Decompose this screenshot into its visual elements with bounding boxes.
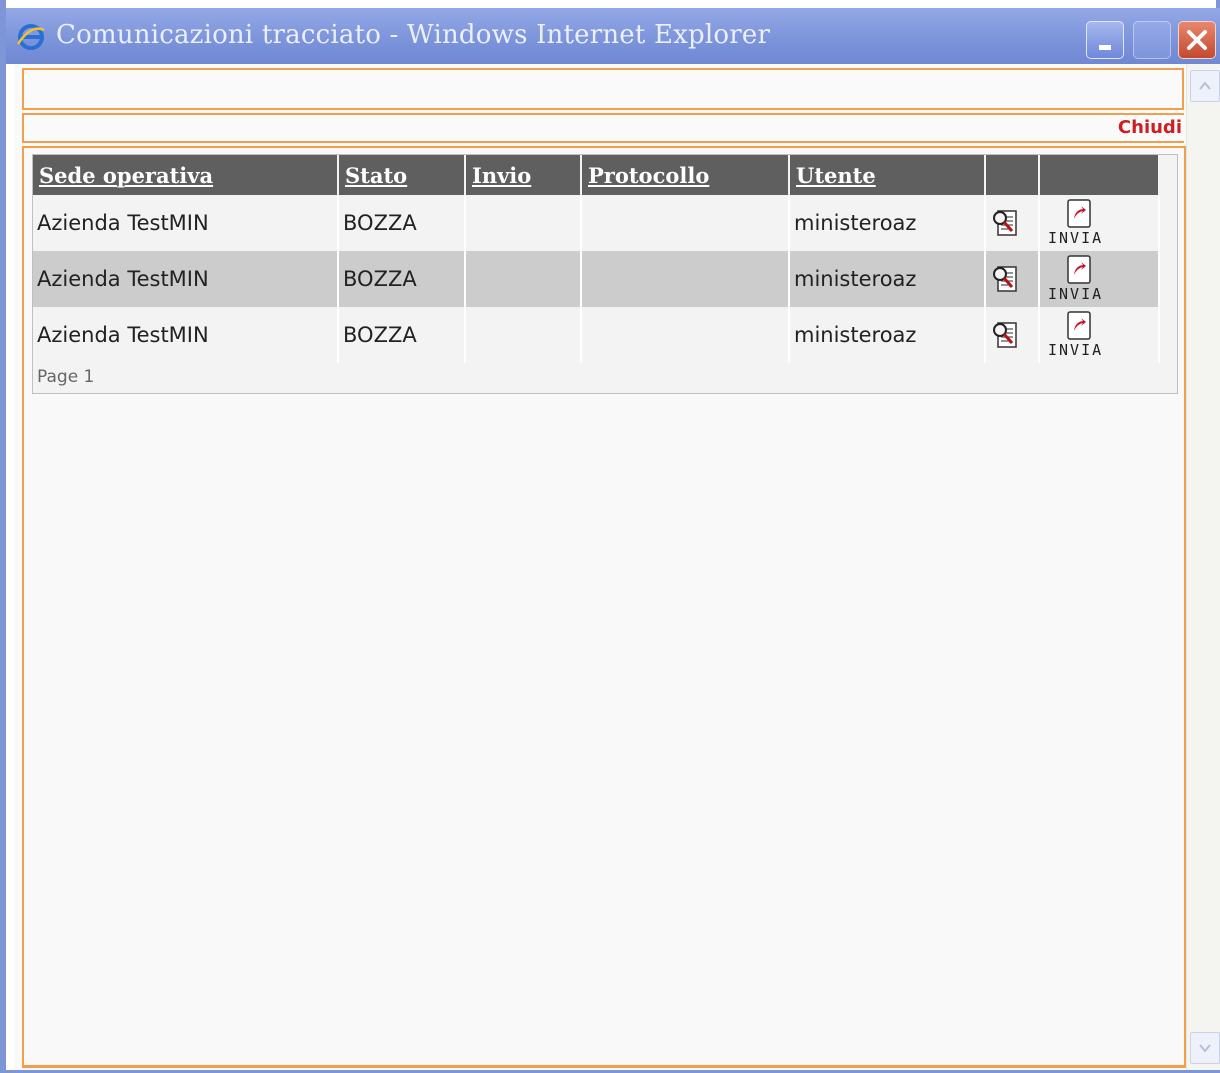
maximize-button[interactable] — [1133, 21, 1171, 59]
table-row: Azienda TestMIN BOZZA ministeroaz INVIA — [33, 195, 1160, 251]
cell-utente: ministeroaz — [789, 195, 986, 251]
cell-sede: Azienda TestMIN — [33, 251, 339, 307]
chevron-down-icon — [1199, 1044, 1211, 1053]
cell-view — [985, 251, 1040, 307]
chevron-up-icon — [1199, 81, 1211, 90]
invia-label: INVIA — [1048, 285, 1104, 303]
communications-grid: Sede operativa Stato Invio Protocollo Ut… — [32, 154, 1178, 394]
cell-stato: BOZZA — [338, 195, 466, 251]
vertical-scrollbar[interactable] — [1186, 64, 1220, 1070]
invia-button[interactable]: INVIA — [1048, 199, 1118, 249]
send-icon — [1067, 311, 1091, 340]
table-row: Azienda TestMIN BOZZA ministeroaz INVIA — [33, 251, 1160, 307]
scroll-down-button[interactable] — [1190, 1032, 1220, 1064]
col-header-sede[interactable]: Sede operativa — [33, 155, 339, 195]
col-header-send — [1039, 155, 1160, 195]
cell-sede: Azienda TestMIN — [33, 307, 339, 363]
cell-send: INVIA — [1039, 251, 1160, 307]
cell-send: INVIA — [1039, 195, 1160, 251]
scroll-up-button[interactable] — [1190, 70, 1220, 102]
chiudi-link[interactable]: Chiudi — [1118, 117, 1182, 138]
view-document-icon[interactable] — [990, 263, 1022, 295]
window-title: Comunicazioni tracciato - Windows Intern… — [56, 20, 771, 50]
close-bar: Chiudi — [22, 113, 1184, 143]
cell-protocollo — [581, 251, 790, 307]
sort-protocollo-link[interactable]: Protocollo — [588, 163, 709, 188]
invia-label: INVIA — [1048, 341, 1104, 359]
view-document-icon[interactable] — [990, 207, 1022, 239]
sort-utente-link[interactable]: Utente — [796, 163, 876, 188]
title-bar[interactable]: Comunicazioni tracciato - Windows Intern… — [6, 8, 1220, 64]
ie-icon — [16, 24, 45, 50]
view-document-icon[interactable] — [990, 319, 1022, 351]
main-frame: Sede operativa Stato Invio Protocollo Ut… — [22, 146, 1186, 1068]
table-row: Azienda TestMIN BOZZA ministeroaz INVIA — [33, 307, 1160, 363]
close-window-button[interactable] — [1178, 21, 1216, 59]
send-icon — [1067, 255, 1091, 284]
cell-stato: BOZZA — [338, 307, 466, 363]
cell-invio — [465, 195, 582, 251]
sort-stato-link[interactable]: Stato — [345, 163, 407, 188]
cell-invio — [465, 251, 582, 307]
cell-view — [985, 195, 1040, 251]
minimize-button[interactable] — [1086, 21, 1124, 59]
pager[interactable]: Page 1 — [37, 367, 94, 387]
page-content: Chiudi Sede operativa Stato Invio Protoc… — [14, 64, 1186, 1070]
top-frame — [22, 68, 1184, 110]
cell-utente: ministeroaz — [789, 251, 986, 307]
grid-table: Sede operativa Stato Invio Protocollo Ut… — [33, 155, 1160, 363]
cell-utente: ministeroaz — [789, 307, 986, 363]
invia-button[interactable]: INVIA — [1048, 311, 1118, 361]
browser-window: Comunicazioni tracciato - Windows Intern… — [0, 0, 1220, 1073]
grid-header-row: Sede operativa Stato Invio Protocollo Ut… — [33, 155, 1160, 195]
cell-stato: BOZZA — [338, 251, 466, 307]
invia-label: INVIA — [1048, 229, 1104, 247]
sort-invio-link[interactable]: Invio — [472, 163, 531, 188]
cell-sede: Azienda TestMIN — [33, 195, 339, 251]
cell-view — [985, 307, 1040, 363]
col-header-view — [985, 155, 1040, 195]
cell-protocollo — [581, 195, 790, 251]
close-icon — [1187, 30, 1207, 50]
col-header-stato[interactable]: Stato — [338, 155, 466, 195]
col-header-invio[interactable]: Invio — [465, 155, 582, 195]
cell-invio — [465, 307, 582, 363]
col-header-utente[interactable]: Utente — [789, 155, 986, 195]
sort-sede-link[interactable]: Sede operativa — [39, 163, 213, 188]
minimize-icon — [1099, 45, 1111, 50]
cell-send: INVIA — [1039, 307, 1160, 363]
col-header-protocollo[interactable]: Protocollo — [581, 155, 790, 195]
invia-button[interactable]: INVIA — [1048, 255, 1118, 305]
send-icon — [1067, 199, 1091, 228]
cell-protocollo — [581, 307, 790, 363]
